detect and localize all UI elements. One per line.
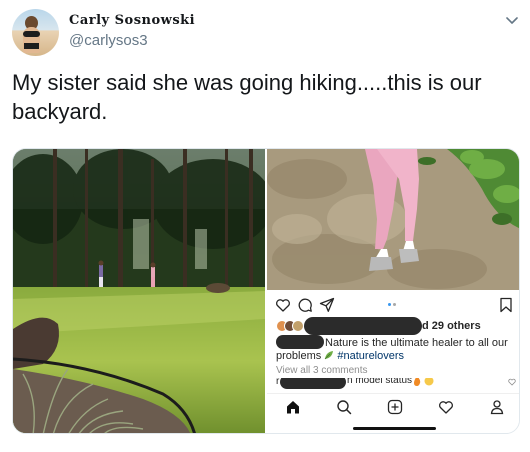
add-post-icon[interactable]: [387, 399, 403, 415]
tweet-text: My sister said she was going hiking.....…: [12, 70, 482, 124]
comment-row: r n model status: [276, 378, 516, 390]
backyard-photo-image: [13, 149, 265, 433]
instagram-screenshot[interactable]: d 29 others Nature is the ultimate heale…: [267, 149, 519, 433]
view-all-comments-link[interactable]: View all 3 comments: [276, 365, 368, 376]
comment-leading-char: r: [276, 378, 280, 387]
caption-hashtag[interactable]: #naturelovers: [337, 350, 404, 362]
share-icon[interactable]: [319, 297, 335, 313]
activity-heart-icon[interactable]: [438, 399, 454, 415]
caption-line-1: Nature is the ultimate healer to all our: [325, 337, 508, 349]
user-handle[interactable]: @carlysos3: [69, 32, 148, 49]
comment-like-icon[interactable]: [508, 378, 516, 386]
search-icon[interactable]: [336, 399, 352, 415]
home-indicator: [353, 427, 436, 430]
backyard-photo[interactable]: [13, 149, 265, 433]
comment-text: n model status: [347, 378, 413, 386]
carousel-dot-active: [388, 303, 391, 306]
avatar-figure-top: [23, 31, 40, 37]
comment-icon[interactable]: [297, 297, 313, 313]
tweet-media[interactable]: d 29 others Nature is the ultimate heale…: [12, 148, 520, 434]
tweet-card: Carly Sosnowski @carlysos3 My sister sai…: [0, 0, 530, 452]
chevron-down-icon[interactable]: [504, 12, 520, 28]
home-icon[interactable]: [285, 399, 301, 415]
redaction-bar: [304, 317, 422, 335]
liker-avatar: [292, 320, 304, 332]
caption-line-2-text: problems: [276, 350, 322, 362]
instagram-post-photo: [267, 149, 519, 290]
redaction-bar: [280, 378, 346, 389]
avatar-figure-bottom: [24, 43, 39, 49]
display-name[interactable]: Carly Sosnowski: [69, 13, 195, 28]
smile-emoji-icon: [424, 378, 434, 386]
bookmark-icon[interactable]: [498, 297, 514, 313]
likes-row[interactable]: d 29 others: [276, 317, 516, 335]
carousel-dots: [388, 303, 400, 307]
instagram-photo-image: [267, 149, 519, 290]
heart-icon[interactable]: [275, 297, 291, 313]
leaf-emoji-icon: [325, 351, 334, 360]
likes-count-text: d 29 others: [422, 320, 481, 332]
profile-icon[interactable]: [489, 399, 505, 415]
redaction-bar: [276, 335, 324, 349]
carousel-dot: [393, 303, 396, 306]
fire-emoji-icon: [414, 378, 421, 386]
avatar[interactable]: [12, 9, 59, 56]
caption-line-2: problems #naturelovers: [276, 350, 404, 363]
instagram-bottom-nav: [267, 393, 519, 415]
